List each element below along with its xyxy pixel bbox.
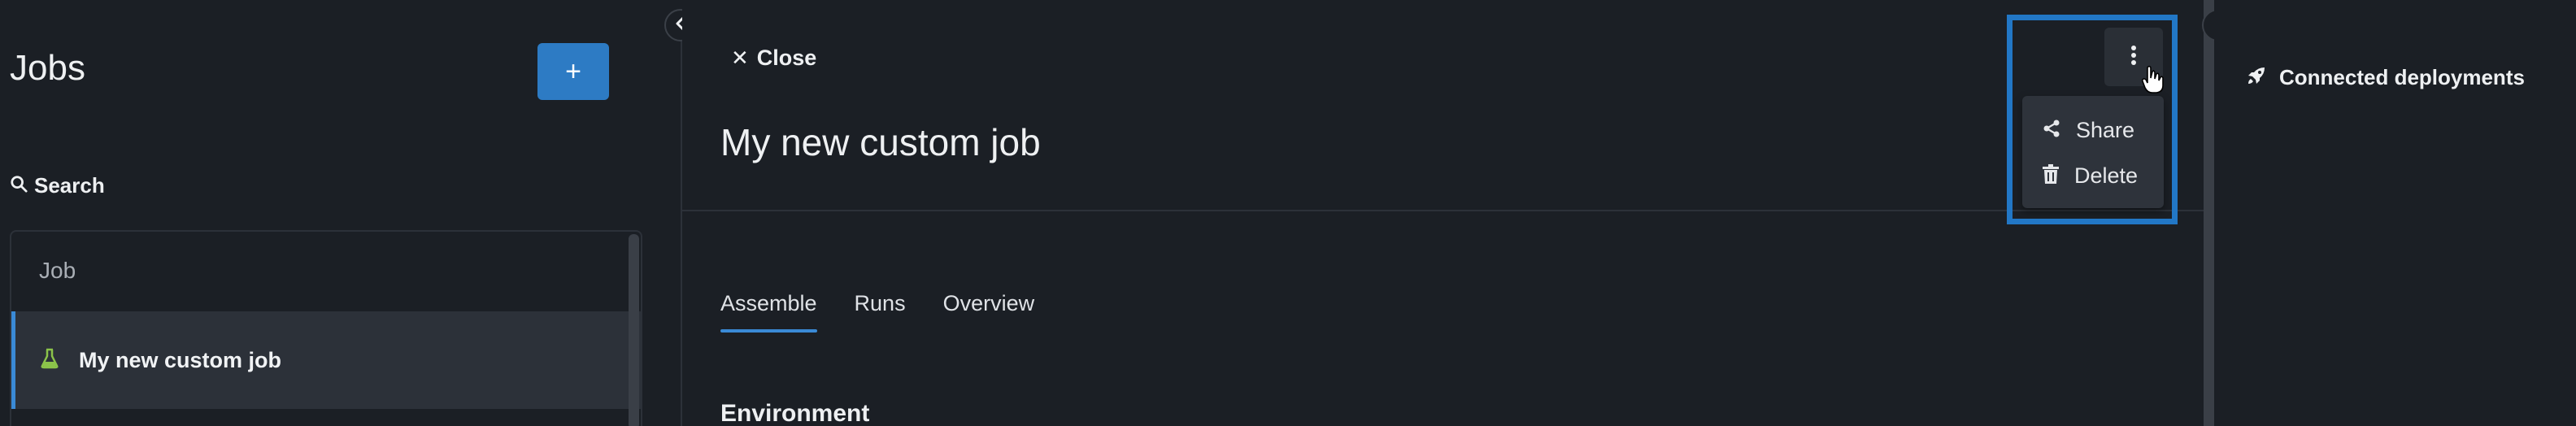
tab-assemble[interactable]: Assemble [720,291,817,333]
job-list: Job My new custom job [10,230,642,426]
connected-deployments-link[interactable]: Connected deployments [2247,65,2525,90]
right-panel-divider [2204,0,2214,426]
sidebar-title: Jobs [10,48,85,88]
connected-deployments-label: Connected deployments [2279,65,2525,89]
close-icon: ✕ [731,46,749,70]
search-icon [10,175,28,197]
add-job-button[interactable]: + [537,43,609,100]
job-list-scrollbar[interactable] [629,234,639,426]
menu-item-delete[interactable]: Delete [2022,154,2164,197]
close-button[interactable]: ✕ Close [731,46,816,71]
kebab-menu-icon [2130,45,2137,70]
share-icon [2042,119,2061,142]
tab-bar: Assemble Runs Overview [720,291,1034,333]
environment-heading: Environment [720,400,870,426]
job-detail-panel: ✕ Close My new custom job Assemble Runs … [682,0,2204,426]
menu-item-share[interactable]: Share [2022,109,2164,151]
close-label: Close [756,46,817,70]
tab-overview[interactable]: Overview [943,291,1035,333]
tab-runs[interactable]: Runs [855,291,906,333]
menu-item-label: Delete [2074,163,2139,188]
header-divider [682,210,2204,211]
search-button[interactable]: Search [10,173,105,198]
actions-menu: Share Delete [2022,96,2164,208]
menu-item-label: Share [2076,117,2135,142]
hand-cursor-icon [2141,65,2165,98]
job-name: My new custom job [79,347,282,372]
flask-icon [40,348,59,373]
search-label: Search [34,173,105,198]
page-title: My new custom job [720,121,1041,163]
list-item[interactable]: My new custom job [11,311,641,409]
job-list-header: Job [39,258,76,283]
jobs-sidebar: Jobs + Search Job My new custom job [0,0,681,426]
right-panel: Connected deployments [2214,0,2576,426]
trash-icon [2042,163,2060,189]
rocket-icon [2247,66,2266,89]
